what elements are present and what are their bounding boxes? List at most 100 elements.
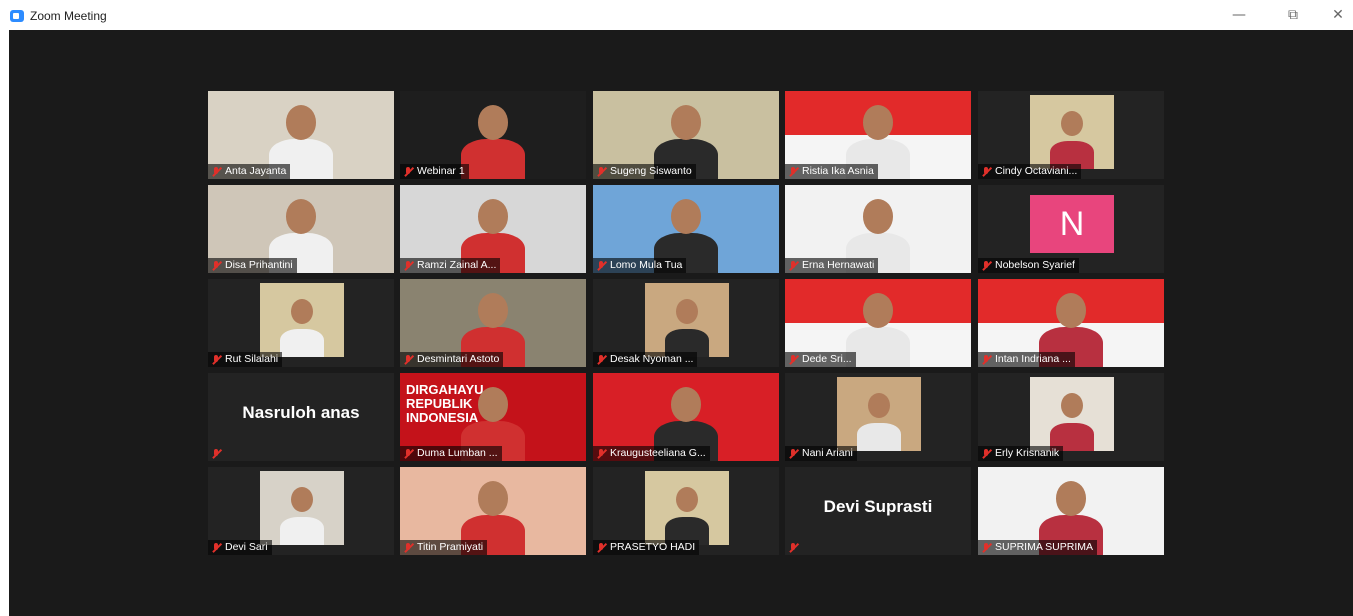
muted-mic-icon xyxy=(211,354,221,365)
restore-button[interactable]: ⧉ xyxy=(1280,4,1306,26)
participant-name: Webinar 1 xyxy=(417,165,465,177)
muted-mic-icon xyxy=(788,542,798,553)
muted-mic-icon xyxy=(403,448,413,459)
participant-tile[interactable]: Anta Jayanta xyxy=(208,91,394,179)
muted-mic-icon xyxy=(403,542,413,553)
participant-tile[interactable]: Nani Ariani xyxy=(785,373,971,461)
participant-name: Erna Hernawati xyxy=(802,259,875,271)
participant-tile[interactable]: Desak Nyoman ... xyxy=(593,279,779,367)
participant-name: Desmintari Astoto xyxy=(417,353,500,365)
banner-text: DIRGAHAYU REPUBLIK INDONESIA xyxy=(406,382,484,425)
muted-mic-icon xyxy=(596,260,606,271)
video-feed xyxy=(645,283,729,357)
participant-tile[interactable]: Erna Hernawati xyxy=(785,185,971,273)
participant-tile[interactable]: N Nobelson Syarief xyxy=(978,185,1164,273)
muted-mic-icon xyxy=(596,166,606,177)
participant-name: Desak Nyoman ... xyxy=(610,353,694,365)
participant-tile[interactable]: Devi Suprasti xyxy=(785,467,971,555)
muted-mic-icon xyxy=(403,260,413,271)
participant-tile[interactable]: Dede Sri... xyxy=(785,279,971,367)
participant-name: Nobelson Syarief xyxy=(995,259,1075,271)
participant-silhouette xyxy=(280,283,324,357)
participant-name: Nani Ariani xyxy=(802,447,853,459)
muted-mic-icon xyxy=(211,448,221,459)
video-feed xyxy=(260,283,344,357)
participant-tile[interactable]: Cindy Octaviani... xyxy=(978,91,1164,179)
muted-mic-icon xyxy=(211,260,221,271)
participant-name-label: Cindy Octaviani... xyxy=(978,164,1082,179)
window-titlebar: Zoom Meeting — ⧉ ✕ xyxy=(0,0,1353,30)
gallery-view: Anta Jayanta Webinar 1 Sugeng Siswanto Rist… xyxy=(9,30,1353,616)
participant-name-label: Intan Indriana ... xyxy=(978,352,1075,367)
participant-silhouette xyxy=(280,471,324,545)
participant-name-label: Desak Nyoman ... xyxy=(593,352,698,367)
participant-tile[interactable]: Ristia Ika Asnia xyxy=(785,91,971,179)
muted-mic-icon xyxy=(788,260,798,271)
muted-mic-icon xyxy=(211,166,221,177)
participant-tile[interactable]: Ramzi Zainal A... xyxy=(400,185,586,273)
muted-mic-icon xyxy=(981,448,991,459)
participant-name-label: Anta Jayanta xyxy=(208,164,291,179)
close-button[interactable]: ✕ xyxy=(1325,4,1351,26)
participant-tile[interactable]: Erly Krisnanik xyxy=(978,373,1164,461)
participant-silhouette xyxy=(665,471,709,545)
participant-name-label: PRASETYO HADI xyxy=(593,540,700,555)
participant-name: Erly Krisnanik xyxy=(995,447,1060,459)
participant-name: Anta Jayanta xyxy=(225,165,287,177)
participant-name-label: Desmintari Astoto xyxy=(400,352,504,367)
participant-name-label xyxy=(208,446,225,461)
muted-mic-icon xyxy=(981,166,991,177)
muted-mic-icon xyxy=(596,542,606,553)
participant-name: PRASETYO HADI xyxy=(610,541,696,553)
participant-display-name: Devi Suprasti xyxy=(823,497,933,516)
participant-name: Cindy Octaviani... xyxy=(995,165,1078,177)
participant-tile[interactable]: Desmintari Astoto xyxy=(400,279,586,367)
participant-name: Intan Indriana ... xyxy=(995,353,1071,365)
participant-name-label: Kraugusteeliana G... xyxy=(593,446,710,461)
participant-name-label: Disa Prihantini xyxy=(208,258,297,273)
muted-mic-icon xyxy=(981,542,991,553)
participant-tile[interactable]: PRASETYO HADI xyxy=(593,467,779,555)
participant-name-label: Sugeng Siswanto xyxy=(593,164,696,179)
participant-tile[interactable]: Lomo Mula Tua xyxy=(593,185,779,273)
participant-tile[interactable]: Nasruloh anas xyxy=(208,373,394,461)
muted-mic-icon xyxy=(211,542,221,553)
participant-name: Sugeng Siswanto xyxy=(610,165,692,177)
participant-name-label: Ristia Ika Asnia xyxy=(785,164,878,179)
participant-tile[interactable]: Sugeng Siswanto xyxy=(593,91,779,179)
participant-name: Ristia Ika Asnia xyxy=(802,165,874,177)
window-title: Zoom Meeting xyxy=(30,9,107,23)
participant-tile[interactable]: DIRGAHAYU REPUBLIK INDONESIA Duma Lumban … xyxy=(400,373,586,461)
video-feed xyxy=(645,471,729,545)
participant-name: Dede Sri... xyxy=(802,353,852,365)
participant-name-label: Titin Pramiyati xyxy=(400,540,488,555)
muted-mic-icon xyxy=(788,166,798,177)
participant-name-label: Dede Sri... xyxy=(785,352,856,367)
participant-name-label: Rut Silalahi xyxy=(208,352,283,367)
muted-mic-icon xyxy=(596,354,606,365)
participant-silhouette xyxy=(1050,377,1094,451)
participant-name: Titin Pramiyati xyxy=(417,541,484,553)
muted-mic-icon xyxy=(788,448,798,459)
participant-name-label: Ramzi Zainal A... xyxy=(400,258,501,273)
minimize-button[interactable]: — xyxy=(1226,4,1252,26)
avatar: N xyxy=(1030,195,1114,253)
zoom-app-icon xyxy=(10,10,24,22)
participant-name-label: Nobelson Syarief xyxy=(978,258,1079,273)
participant-tile[interactable]: Intan Indriana ... xyxy=(978,279,1164,367)
participant-name-label: SUPRIMA SUPRIMA xyxy=(978,540,1098,555)
video-feed xyxy=(1030,377,1114,451)
participant-tile[interactable]: Titin Pramiyati xyxy=(400,467,586,555)
participant-tile[interactable]: Rut Silalahi xyxy=(208,279,394,367)
participant-name: Lomo Mula Tua xyxy=(610,259,683,271)
participant-name: SUPRIMA SUPRIMA xyxy=(995,541,1094,553)
participant-tile[interactable]: Disa Prihantini xyxy=(208,185,394,273)
participant-name: Kraugusteeliana G... xyxy=(610,447,706,459)
participant-name-label: Lomo Mula Tua xyxy=(593,258,687,273)
participant-tile[interactable]: Kraugusteeliana G... xyxy=(593,373,779,461)
participant-tile[interactable]: SUPRIMA SUPRIMA xyxy=(978,467,1164,555)
video-feed xyxy=(1030,95,1114,169)
participant-tile[interactable]: Devi Sari xyxy=(208,467,394,555)
participant-tile[interactable]: Webinar 1 xyxy=(400,91,586,179)
muted-mic-icon xyxy=(981,260,991,271)
